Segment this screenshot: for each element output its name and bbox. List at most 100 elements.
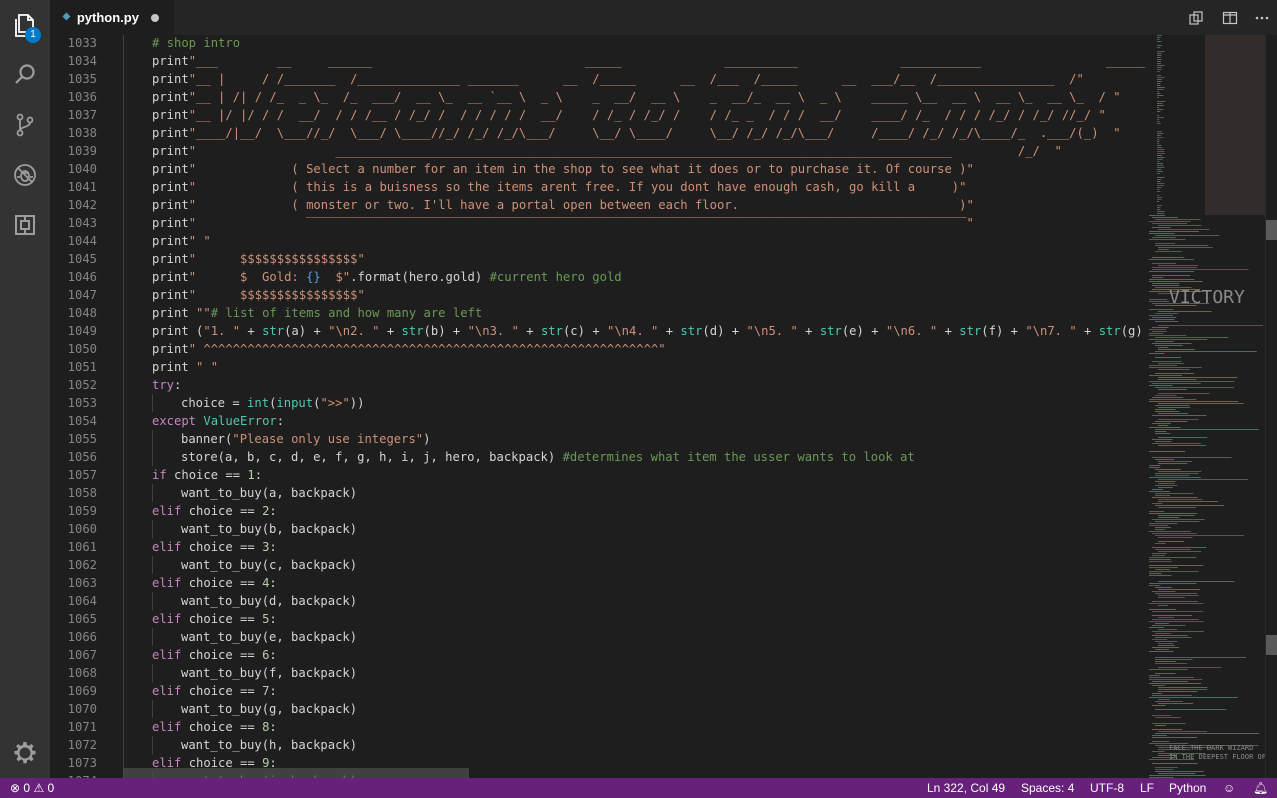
minimap-line	[1149, 215, 1166, 216]
code-line[interactable]: 1048 print ""# list of items and how many…	[50, 304, 1145, 322]
minimap-line	[1152, 715, 1172, 716]
code-line[interactable]: 1072 want_to_buy(h, backpack)	[50, 736, 1145, 754]
code-token: choice =	[181, 396, 248, 410]
code-line[interactable]: 1055 banner("Please only use integers")	[50, 430, 1145, 448]
code-line[interactable]: 1066 want_to_buy(e, backpack)	[50, 628, 1145, 646]
code-line[interactable]: 1060 want_to_buy(b, backpack)	[50, 520, 1145, 538]
minimap-line	[1158, 499, 1203, 500]
code-token: "\n4. "	[607, 324, 659, 338]
code-line[interactable]: 1039 print" _____________________________…	[50, 142, 1145, 160]
indent-guide	[123, 35, 124, 52]
source-control-icon[interactable]	[0, 100, 50, 150]
encoding-setting[interactable]: UTF-8	[1090, 778, 1124, 798]
tab-python-py[interactable]: ⯁ python.py	[50, 0, 174, 35]
search-icon[interactable]	[0, 50, 50, 100]
code-line[interactable]: 1037 print"__ |/ |/ / / __/ / / /__ / /_/…	[50, 106, 1145, 124]
eol-setting[interactable]: LF	[1140, 778, 1154, 798]
language-mode[interactable]: Python	[1169, 778, 1206, 798]
code-line[interactable]: 1064 want_to_buy(d, backpack)	[50, 592, 1145, 610]
minimap-line	[1158, 363, 1184, 364]
code-line[interactable]: 1071 elif choice == 8:	[50, 718, 1145, 736]
code-line[interactable]: 1062 want_to_buy(c, backpack)	[50, 556, 1145, 574]
code-line[interactable]: 1069 elif choice == 7:	[50, 682, 1145, 700]
minimap-line	[1157, 197, 1163, 198]
indentation-setting[interactable]: Spaces: 4	[1021, 778, 1074, 798]
code-token: print	[152, 180, 189, 194]
minimap-line	[1155, 771, 1204, 772]
line-number: 1044	[67, 234, 97, 248]
code-line[interactable]: 1053 choice = int(input(">>"))	[50, 394, 1145, 412]
code-editor[interactable]: 1033 # shop intro 1034 print"___ __ ______ …	[50, 35, 1145, 778]
minimap-viewport-slider[interactable]	[1205, 35, 1265, 215]
code-line[interactable]: 1057 if choice == 1:	[50, 466, 1145, 484]
minimap-line	[1158, 597, 1185, 598]
code-line[interactable]: 1044 print" "	[50, 232, 1145, 250]
code-line[interactable]: 1047 print" $$$$$$$$$$$$$$$$"	[50, 286, 1145, 304]
code-line[interactable]: 1067 elif choice == 6:	[50, 646, 1145, 664]
code-line[interactable]: 1041 print" ( this is a buisness so the i…	[50, 178, 1145, 196]
indent-guide	[123, 214, 124, 232]
code-line[interactable]: 1042 print" ( monster or two. I'll have a…	[50, 196, 1145, 214]
code-line[interactable]: 1049 print ("1. " + str(a) + "\n2. " + st…	[50, 322, 1145, 340]
minimap-line	[1152, 601, 1198, 602]
cursor-position[interactable]: Ln 322, Col 49	[927, 778, 1005, 798]
code-line[interactable]: 1038 print"____/|__/ \___//_/ \___/ \____…	[50, 124, 1145, 142]
line-number: 1052	[67, 378, 97, 392]
code-line[interactable]: 1051 print " "	[50, 358, 1145, 376]
minimap-line	[1158, 377, 1238, 378]
code-line[interactable]: 1070 want_to_buy(g, backpack)	[50, 700, 1145, 718]
vertical-scroll-thumb[interactable]	[1266, 635, 1277, 655]
minimap-line	[1155, 661, 1176, 662]
code-line[interactable]: 1033 # shop intro	[50, 35, 1145, 52]
code-token: (c) +	[562, 324, 607, 338]
code-line[interactable]: 1043 print" ‾‾‾‾‾‾‾‾‾‾‾‾‾‾‾‾‾‾‾‾‾‾‾‾‾‾‾‾‾…	[50, 214, 1145, 232]
bell-icon[interactable]: 🔔︎	[1253, 778, 1268, 798]
code-line[interactable]: 1058 want_to_buy(a, backpack)	[50, 484, 1145, 502]
open-changes-icon[interactable]	[1186, 8, 1206, 28]
line-number: 1048	[67, 306, 97, 320]
code-line[interactable]: 1063 elif choice == 4:	[50, 574, 1145, 592]
explorer-icon[interactable]: 1	[0, 0, 50, 50]
indent-guide	[123, 502, 124, 520]
code-line[interactable]: 1045 print" $$$$$$$$$$$$$$$$"	[50, 250, 1145, 268]
line-number: 1039	[67, 144, 97, 158]
split-editor-icon[interactable]	[1220, 8, 1240, 28]
line-number: 1071	[67, 720, 97, 734]
code-line[interactable]: 1050 print" ^^^^^^^^^^^^^^^^^^^^^^^^^^^^^…	[50, 340, 1145, 358]
code-token: choice ==	[181, 720, 263, 734]
code-line[interactable]: 1035 print"__ | / /_______ /_____________…	[50, 70, 1145, 88]
minimap-line	[1158, 347, 1169, 348]
smiley-icon[interactable]: ☺	[1223, 778, 1235, 798]
indent-guide	[123, 736, 124, 754]
extensions-icon[interactable]	[0, 200, 50, 250]
code-line[interactable]: 1040 print" ( Select a number for an item…	[50, 160, 1145, 178]
indent-guide	[152, 628, 153, 646]
code-text: print" ( this is a buisness so the items…	[152, 178, 966, 196]
horizontal-scroll-thumb[interactable]	[123, 768, 469, 778]
code-line[interactable]: 1068 want_to_buy(f, backpack)	[50, 664, 1145, 682]
indent-guide	[152, 448, 153, 466]
minimap-line	[1149, 609, 1176, 610]
more-actions-icon[interactable]	[1252, 8, 1272, 28]
debug-icon[interactable]	[0, 150, 50, 200]
code-text: print" $$$$$$$$$$$$$$$$"	[152, 286, 365, 304]
problems-indicator[interactable]: ⊗ 0 ⚠ 0	[10, 778, 54, 798]
code-text: elif choice == 8:	[152, 718, 277, 736]
code-line[interactable]: 1054 except ValueError:	[50, 412, 1145, 430]
gear-icon[interactable]	[0, 728, 50, 778]
code-line[interactable]: 1052 try:	[50, 376, 1145, 394]
code-line[interactable]: 1034 print"___ __ ______ _____ __________…	[50, 52, 1145, 70]
code-line[interactable]: 1059 elif choice == 2:	[50, 502, 1145, 520]
code-line[interactable]: 1056 store(a, b, c, d, e, f, g, h, i, j, …	[50, 448, 1145, 466]
minimap-line	[1152, 737, 1198, 738]
code-line[interactable]: 1065 elif choice == 5:	[50, 610, 1145, 628]
unsaved-changes-dot[interactable]	[150, 13, 159, 22]
code-line[interactable]: 1046 print" $ Gold: {} $".format(hero.gol…	[50, 268, 1145, 286]
code-line[interactable]: 1061 elif choice == 3:	[50, 538, 1145, 556]
minimap-line	[1155, 345, 1183, 346]
minimap-line	[1155, 321, 1179, 322]
vertical-scrollbar[interactable]	[1265, 35, 1277, 778]
minimap[interactable]: VICTORY FACE THE DARK WIZARD IN THE DEEPES…	[1145, 35, 1265, 778]
code-line[interactable]: 1036 print"__ | /| / /_ _ \_ /_ ___/ __ \…	[50, 88, 1145, 106]
code-token: want_to_buy(g, backpack)	[181, 702, 358, 716]
